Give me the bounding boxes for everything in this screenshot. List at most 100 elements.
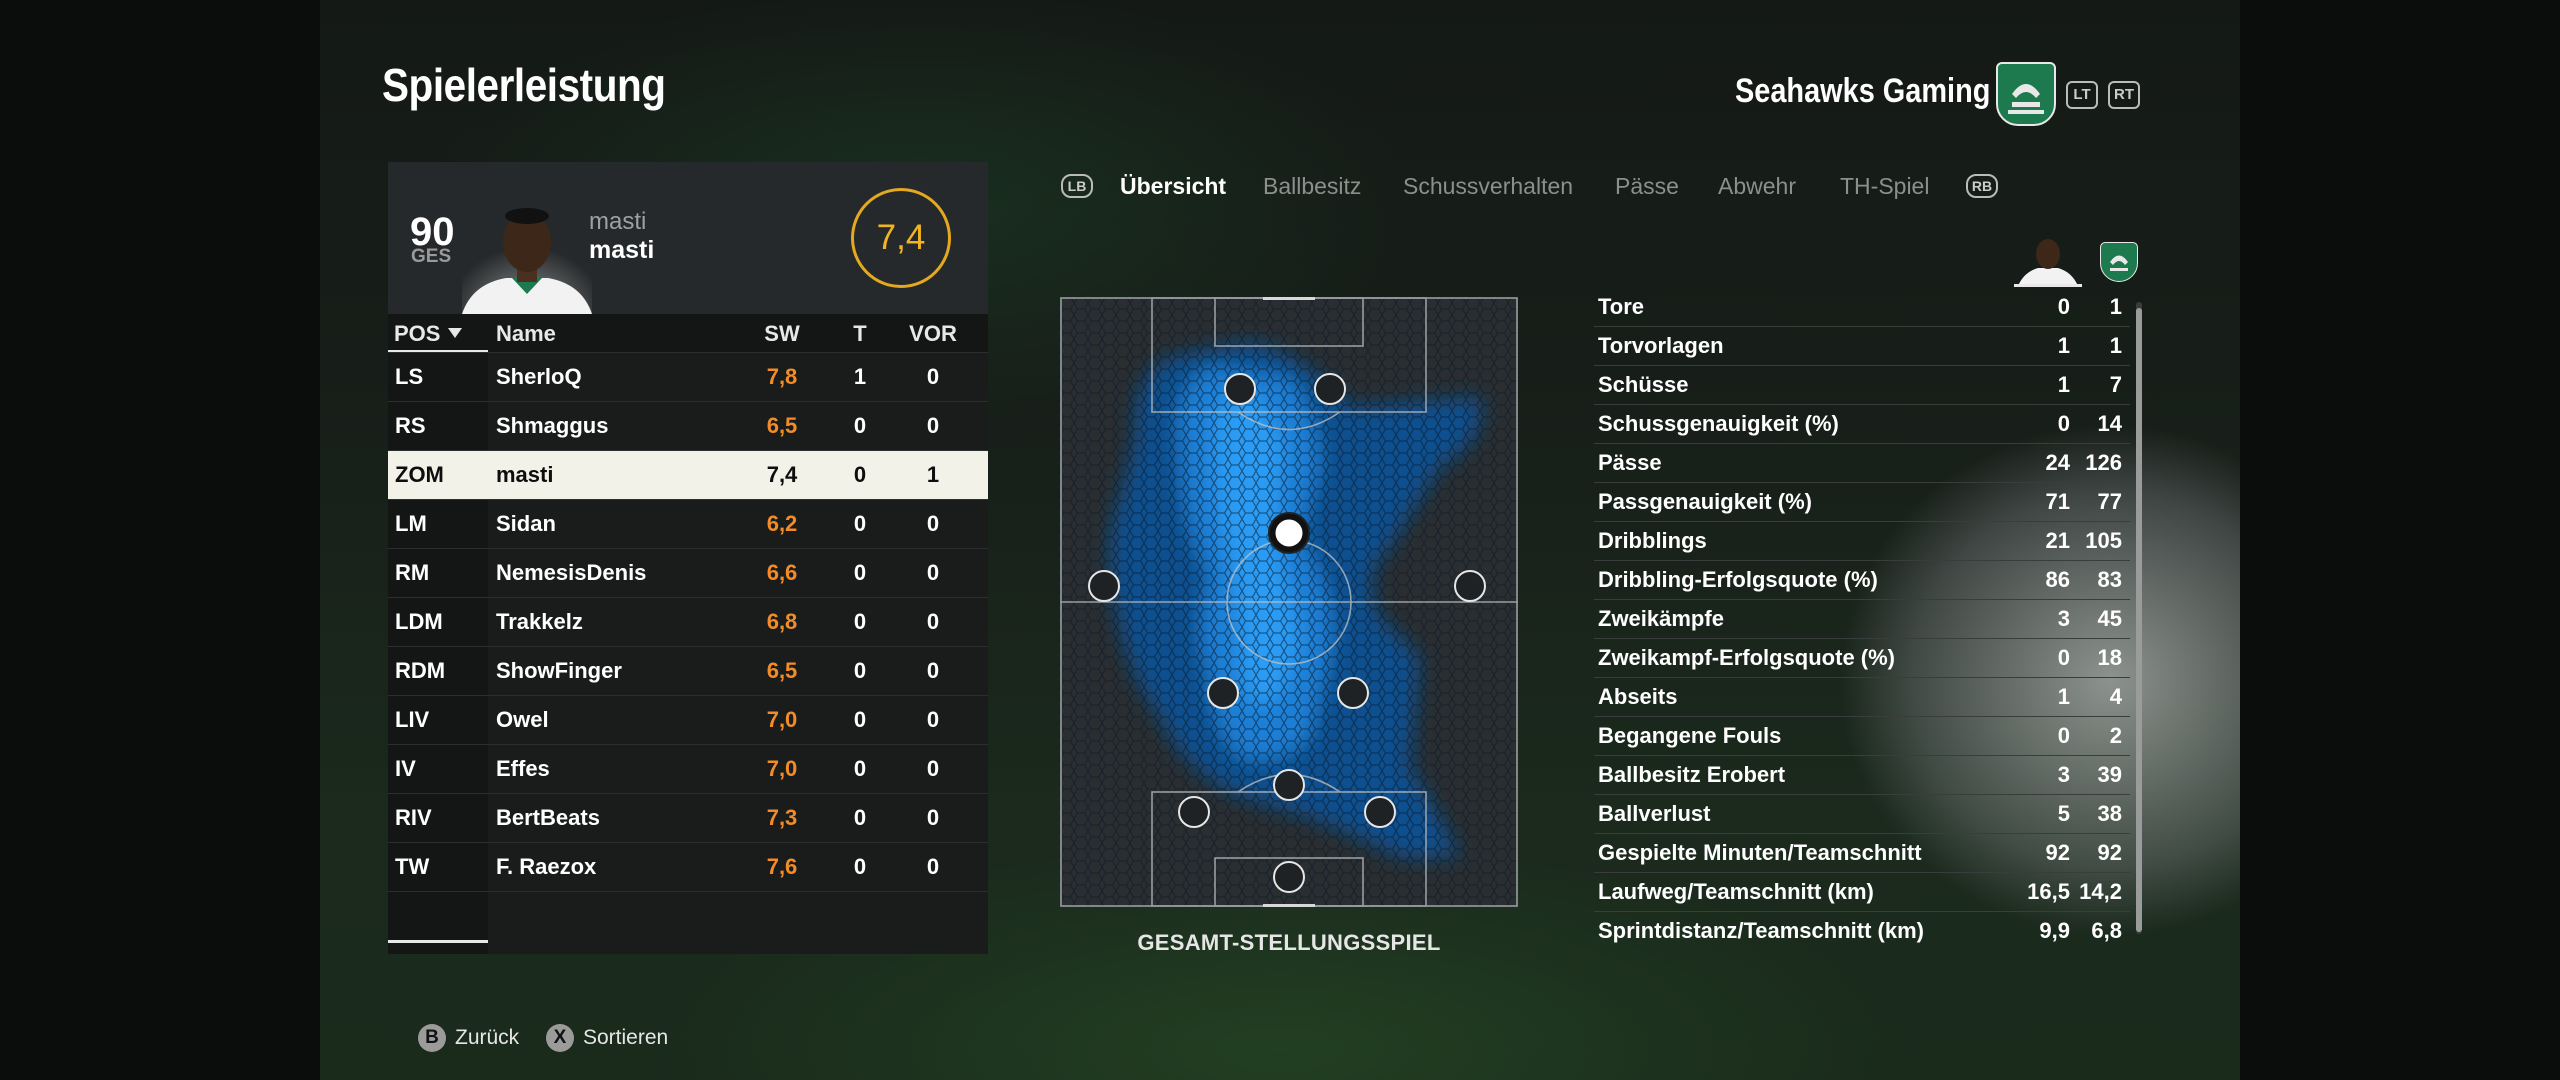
lb-button-icon[interactable]: LB — [1061, 174, 1093, 198]
row-sw: 6,2 — [766, 511, 798, 536]
stat-team: 45 — [2097, 606, 2122, 631]
stat-label: Tore — [1598, 294, 1645, 319]
header-vor[interactable]: VOR — [898, 316, 968, 352]
rb-button-icon[interactable]: RB — [1966, 174, 1998, 198]
table-row[interactable]: LS SherloQ 7,8 1 0 — [388, 352, 988, 401]
table-row[interactable]: RM NemesisDenis 6,6 0 0 — [388, 548, 988, 597]
row-name: Owel — [496, 707, 549, 732]
row-vor: 0 — [926, 511, 940, 536]
row-sw: 6,5 — [766, 658, 798, 683]
stat-player: 1 — [2057, 372, 2070, 397]
row-pos: IV — [395, 756, 416, 781]
table-row[interactable]: LIV Owel 7,0 0 0 — [388, 695, 988, 744]
tab-uebersicht[interactable]: Übersicht — [1120, 173, 1226, 200]
table-row[interactable]: IV Effes 7,0 0 0 — [388, 744, 988, 793]
row-pos: RS — [395, 413, 426, 438]
table-row[interactable]: TW F. Raezox 7,6 0 0 — [388, 842, 988, 892]
row-t: 0 — [853, 756, 867, 781]
stat-team: 7 — [2109, 372, 2122, 397]
table-row[interactable]: LM Sidan 6,2 0 0 — [388, 499, 988, 548]
row-vor: 0 — [926, 413, 940, 438]
tab-paesse[interactable]: Pässe — [1615, 173, 1679, 200]
stat-player: 3 — [2057, 762, 2070, 787]
stat-label: Schussgenauigkeit (%) — [1598, 411, 1839, 436]
heatmap-label: GESAMT-STELLUNGSSPIEL — [1137, 930, 1441, 955]
team-crest-icon — [1996, 62, 2056, 126]
header-name[interactable]: Name — [496, 316, 556, 352]
row-vor: 0 — [926, 609, 940, 634]
page-title: Spielerleistung — [382, 59, 666, 111]
player-portrait-icon — [2014, 236, 2082, 286]
row-name: Shmaggus — [496, 413, 609, 438]
row-name: masti — [496, 462, 554, 487]
stat-row: Dribblings 21 105 — [1594, 522, 2130, 561]
stat-label: Torvorlagen — [1598, 333, 1724, 358]
row-pos: RIV — [395, 805, 432, 830]
row-t: 0 — [853, 707, 867, 732]
stat-team: 83 — [2097, 567, 2122, 592]
stat-player: 0 — [2057, 294, 2070, 319]
row-name: Sidan — [496, 511, 556, 536]
stat-team: 1 — [2109, 294, 2122, 319]
table-row-selected[interactable]: ZOM masti 7,4 0 1 — [388, 450, 988, 499]
row-name: BertBeats — [496, 805, 600, 830]
header-t[interactable]: T — [846, 316, 874, 352]
row-sw: 7,6 — [766, 854, 798, 879]
stat-row: Schüsse 1 7 — [1594, 366, 2130, 405]
match-rating-badge: 7,4 — [851, 188, 951, 288]
stats-scrollbar-thumb[interactable] — [2136, 308, 2142, 932]
table-row[interactable]: RS Shmaggus 6,5 0 0 — [388, 401, 988, 450]
tab-ballbesitz[interactable]: Ballbesitz — [1263, 173, 1361, 200]
stat-row: Torvorlagen 1 1 — [1594, 327, 2130, 366]
stat-label: Ballbesitz Erobert — [1598, 762, 1786, 787]
table-row[interactable]: RIV BertBeats 7,3 0 0 — [388, 793, 988, 842]
row-sw: 6,8 — [766, 609, 798, 634]
row-sw: 7,3 — [766, 805, 798, 830]
stat-label: Gespielte Minuten/Teamschnitt — [1598, 840, 1922, 865]
stat-row: Pässe 24 126 — [1594, 444, 2130, 483]
x-button-icon[interactable]: X — [546, 1024, 574, 1052]
rt-button[interactable]: RT — [2108, 81, 2140, 109]
row-pos: ZOM — [395, 462, 444, 487]
stat-player: 3 — [2057, 606, 2070, 631]
table-row[interactable]: RDM ShowFinger 6,5 0 0 — [388, 646, 988, 695]
row-sw: 6,6 — [766, 560, 798, 585]
table-row[interactable]: LDM Trakkelz 6,8 0 0 — [388, 597, 988, 646]
stat-label: Zweikampf-Erfolgsquote (%) — [1598, 645, 1896, 670]
stat-row: Dribbling-Erfolgsquote (%) 86 83 — [1594, 561, 2130, 600]
back-label[interactable]: Zurück — [455, 1025, 519, 1051]
row-sw: 7,8 — [766, 364, 798, 389]
header-sw[interactable]: SW — [744, 316, 820, 352]
player-portrait-icon — [462, 202, 592, 314]
stat-team: 4 — [2109, 684, 2122, 709]
stat-player: 86 — [2045, 567, 2070, 592]
sort-label[interactable]: Sortieren — [583, 1025, 668, 1051]
row-vor: 0 — [926, 707, 940, 732]
stat-player: 1 — [2057, 333, 2070, 358]
row-vor: 0 — [926, 756, 940, 781]
b-button-icon[interactable]: B — [418, 1024, 446, 1052]
stat-team: 1 — [2109, 333, 2122, 358]
overall-label: GES — [411, 246, 452, 267]
row-pos: TW — [395, 854, 430, 879]
stat-label: Abseits — [1598, 684, 1678, 709]
sort-down-icon — [448, 328, 462, 338]
tab-abwehr[interactable]: Abwehr — [1718, 173, 1796, 200]
stat-label: Sprintdistanz/Teamschnitt (km) — [1598, 918, 1924, 943]
stat-row: Zweikämpfe 3 45 — [1594, 600, 2130, 639]
row-vor: 0 — [926, 560, 940, 585]
tab-schussverhalten[interactable]: Schussverhalten — [1403, 173, 1573, 200]
row-pos: LM — [395, 511, 427, 536]
stat-row: Gespielte Minuten/Teamschnitt 92 92 — [1594, 834, 2130, 873]
header-pos[interactable]: POS — [394, 316, 440, 352]
row-pos: RM — [395, 560, 430, 585]
row-pos: RDM — [395, 658, 446, 683]
lt-button[interactable]: LT — [2066, 81, 2098, 109]
stat-player: 5 — [2057, 801, 2070, 826]
tab-th-spiel[interactable]: TH-Spiel — [1840, 173, 1929, 200]
stat-row: Passgenauigkeit (%) 71 77 — [1594, 483, 2130, 522]
row-vor: 0 — [926, 805, 940, 830]
row-t: 0 — [853, 511, 867, 536]
stat-player: 92 — [2045, 840, 2070, 865]
stat-label: Zweikämpfe — [1598, 606, 1724, 631]
